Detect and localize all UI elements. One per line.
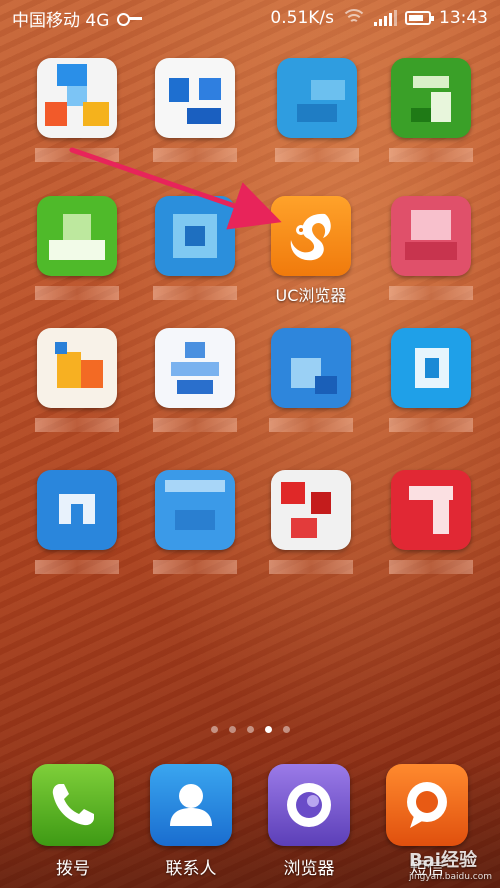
blurred-label — [153, 286, 237, 300]
app-tile — [155, 58, 235, 138]
app-tile — [271, 470, 351, 550]
app-tile — [391, 58, 471, 138]
app-icon-blurred-1[interactable] — [22, 58, 132, 162]
browser-tile — [268, 764, 350, 846]
blurred-label — [153, 418, 237, 432]
app-tile — [37, 470, 117, 550]
app-icon-blurred-13[interactable] — [140, 470, 250, 574]
app-tile — [277, 58, 357, 138]
blurred-label — [153, 560, 237, 574]
watermark-brand-suffix: 经验 — [440, 850, 477, 871]
dock-contacts[interactable]: 联系人 — [136, 764, 246, 879]
chat-bubble-icon — [407, 782, 447, 828]
dock: 拨号 联系人 浏览器 短信 Bai经验 jingyan.baidu.com — [0, 760, 500, 888]
page-dot[interactable] — [282, 726, 290, 733]
uc-browser-label: UC浏览器 — [275, 286, 347, 305]
carrier-label: 中国移动 4G — [12, 10, 110, 31]
app-icon-blurred-6[interactable] — [140, 196, 250, 300]
app-tile — [155, 196, 235, 276]
status-bar: 中国移动 4G 0.51K/s 13:43 — [0, 0, 500, 36]
blurred-label — [389, 560, 473, 574]
contacts-tile — [150, 764, 232, 846]
blurred-label — [269, 560, 353, 574]
app-icon-blurred-5[interactable] — [22, 196, 132, 300]
battery-icon — [405, 11, 434, 25]
clock: 13:43 — [439, 8, 488, 28]
baidu-watermark: Bai经验 jingyan.baidu.com — [409, 846, 492, 882]
app-icon-blurred-2[interactable] — [140, 58, 250, 162]
app-tile — [37, 58, 117, 138]
blurred-label — [153, 148, 237, 162]
page-dot[interactable] — [228, 726, 236, 733]
app-icon-blurred-3[interactable] — [262, 58, 372, 162]
squirrel-icon — [290, 213, 331, 261]
app-icon-blurred-4[interactable] — [376, 58, 486, 162]
browser-label: 浏览器 — [283, 859, 335, 879]
messages-tile — [386, 764, 468, 846]
app-tile — [271, 328, 351, 408]
app-tile — [391, 196, 471, 276]
app-icon-blurred-7[interactable] — [376, 196, 486, 300]
blurred-label — [389, 148, 473, 162]
blurred-label — [389, 286, 473, 300]
watermark-url: jingyan.baidu.com — [408, 872, 492, 882]
phone-icon — [52, 784, 94, 826]
dock-browser[interactable]: 浏览器 — [254, 764, 364, 879]
app-tile — [391, 328, 471, 408]
app-icon-uc-browser[interactable]: UC浏览器 — [256, 196, 366, 305]
signal-icon — [374, 10, 397, 26]
dialer-tile — [32, 764, 114, 846]
blurred-label — [389, 418, 473, 432]
app-icon-blurred-8[interactable] — [22, 328, 132, 432]
uc-browser-tile — [271, 196, 351, 276]
app-icon-blurred-12[interactable] — [22, 470, 132, 574]
app-icon-blurred-11[interactable] — [376, 328, 486, 432]
dock-dialer[interactable]: 拨号 — [18, 764, 128, 879]
blurred-label — [275, 148, 359, 162]
app-tile — [37, 196, 117, 276]
app-icon-blurred-9[interactable] — [140, 328, 250, 432]
blurred-label — [35, 286, 119, 300]
person-icon — [170, 784, 212, 826]
page-dot[interactable] — [210, 726, 218, 733]
blurred-label — [35, 148, 119, 162]
contacts-label: 联系人 — [165, 859, 217, 879]
app-icon-blurred-14[interactable] — [256, 470, 366, 574]
wifi-icon — [341, 9, 367, 27]
page-dot[interactable] — [264, 726, 272, 733]
app-icon-blurred-15[interactable] — [376, 470, 486, 574]
network-speed: 0.51K/s — [270, 8, 334, 28]
app-tile — [37, 328, 117, 408]
key-icon — [117, 12, 143, 26]
blurred-label — [35, 418, 119, 432]
app-tile — [391, 470, 471, 550]
watermark-brand: Bai — [408, 850, 441, 871]
app-tile — [155, 470, 235, 550]
page-indicator — [0, 726, 500, 733]
app-icon-blurred-10[interactable] — [256, 328, 366, 432]
blurred-label — [35, 560, 119, 574]
browser-icon — [287, 783, 331, 827]
blurred-label — [269, 418, 353, 432]
page-dot[interactable] — [246, 726, 254, 733]
dialer-label: 拨号 — [56, 859, 90, 879]
app-tile — [155, 328, 235, 408]
